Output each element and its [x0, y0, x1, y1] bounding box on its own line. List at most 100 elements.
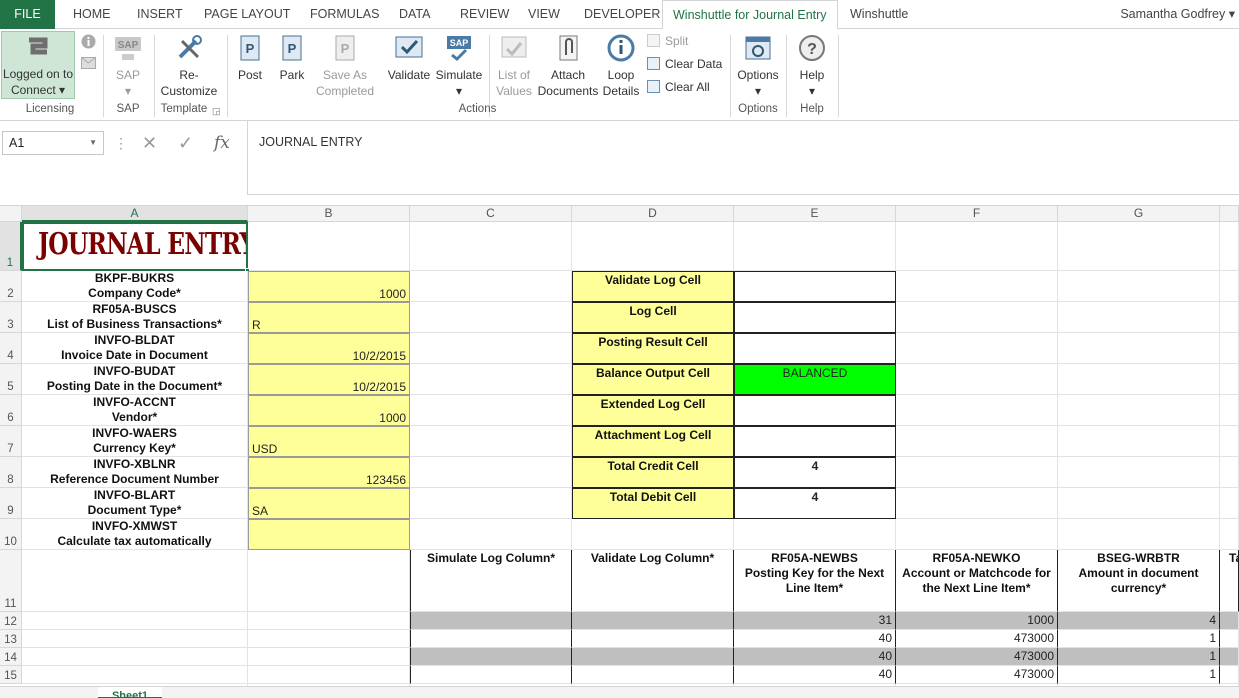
cell[interactable] [1058, 271, 1220, 302]
column-header-a[interactable]: A [22, 206, 248, 222]
clear-data-button[interactable]: Clear Data [647, 54, 722, 74]
column-header-h[interactable] [1220, 206, 1239, 222]
post-button[interactable]: P Post [231, 33, 269, 83]
options-button[interactable]: Options ▾ [735, 33, 781, 99]
row-header-12[interactable]: 12 [0, 612, 22, 630]
logged-on-connect-button[interactable]: Logged on to Connect ▾ [1, 31, 75, 99]
clear-all-button[interactable]: Clear All [647, 77, 710, 97]
row-header-11[interactable]: 11 [0, 550, 22, 612]
tab-winshuttle[interactable]: Winshuttle [840, 0, 918, 29]
re-customize-button[interactable]: Re- Customize [160, 33, 218, 99]
line-g-value[interactable]: 1 [1058, 630, 1220, 648]
row-header-9[interactable]: 9 [0, 488, 22, 519]
cell[interactable] [1058, 364, 1220, 395]
row-header-7[interactable]: 7 [0, 426, 22, 457]
cell[interactable] [410, 271, 572, 302]
field-value-invfo-xmwst[interactable] [248, 519, 410, 550]
cell[interactable] [896, 426, 1058, 457]
cell[interactable] [410, 488, 572, 519]
select-all-corner[interactable] [0, 206, 22, 222]
column-header-d[interactable]: D [572, 206, 734, 222]
cell[interactable] [1220, 333, 1239, 364]
row-header-1[interactable]: 1 [0, 222, 22, 271]
info-icon[interactable] [81, 34, 96, 52]
tab-formulas[interactable]: FORMULAS [300, 0, 389, 29]
cell[interactable] [896, 488, 1058, 519]
row-header-4[interactable]: 4 [0, 333, 22, 364]
cell[interactable] [896, 333, 1058, 364]
line-e-value[interactable]: 31 [734, 612, 896, 630]
cell[interactable] [248, 222, 410, 271]
cell[interactable] [1058, 222, 1220, 271]
name-box[interactable]: A1 ▼ [2, 131, 104, 155]
tab-view[interactable]: VIEW [518, 0, 570, 29]
insert-function-icon[interactable]: fx [214, 133, 230, 153]
line-f-value[interactable]: 473000 [896, 666, 1058, 684]
line-log-cell[interactable] [572, 630, 734, 648]
cell[interactable] [410, 222, 572, 271]
column-header-c[interactable]: C [410, 206, 572, 222]
row-header-10[interactable]: 10 [0, 519, 22, 550]
sap-button[interactable]: SAP SAP ▾ [108, 33, 148, 99]
line-g-value[interactable]: 4 [1058, 612, 1220, 630]
column-header-g[interactable]: G [1058, 206, 1220, 222]
line-e-value[interactable]: 40 [734, 648, 896, 666]
cell[interactable] [248, 648, 410, 666]
line-h-cell[interactable] [1220, 648, 1239, 666]
cell[interactable] [410, 519, 572, 550]
cell[interactable] [1220, 426, 1239, 457]
cell[interactable] [22, 648, 248, 666]
cell[interactable] [22, 630, 248, 648]
field-value-invfo-bldat[interactable]: 10/2/2015 [248, 333, 410, 364]
cell[interactable] [22, 550, 248, 612]
attach-documents-button[interactable]: Attach Documents [537, 33, 599, 99]
cell[interactable] [1220, 222, 1239, 271]
line-log-cell[interactable] [410, 630, 572, 648]
cell[interactable] [1058, 302, 1220, 333]
line-e-value[interactable]: 40 [734, 630, 896, 648]
cell[interactable] [896, 302, 1058, 333]
tab-data[interactable]: DATA [389, 0, 440, 29]
field-value-invfo-accnt[interactable]: 1000 [248, 395, 410, 426]
field-value-rf05a-buscs[interactable]: R [248, 302, 410, 333]
line-log-cell[interactable] [410, 666, 572, 684]
mail-icon[interactable] [81, 57, 96, 72]
line-e-value[interactable]: 40 [734, 666, 896, 684]
line-log-cell[interactable] [572, 648, 734, 666]
row-header-5[interactable]: 5 [0, 364, 22, 395]
line-log-cell[interactable] [572, 666, 734, 684]
cell[interactable] [1220, 457, 1239, 488]
log-value-posting-result-cell[interactable] [734, 333, 896, 364]
line-log-cell[interactable] [410, 648, 572, 666]
sheet-tab-sheet1[interactable]: Sheet1 [98, 687, 162, 698]
cell[interactable] [248, 612, 410, 630]
line-h-cell[interactable] [1220, 612, 1239, 630]
cell[interactable] [1220, 395, 1239, 426]
log-value-log-cell[interactable] [734, 302, 896, 333]
line-log-cell[interactable] [572, 612, 734, 630]
line-h-cell[interactable] [1220, 630, 1239, 648]
cell[interactable] [410, 333, 572, 364]
field-value-invfo-waers[interactable]: USD [248, 426, 410, 457]
cell[interactable] [410, 426, 572, 457]
cell[interactable] [1058, 333, 1220, 364]
line-h-cell[interactable] [1220, 666, 1239, 684]
tab-winshuttle-journal-entry[interactable]: Winshuttle for Journal Entry [662, 0, 838, 30]
cell[interactable] [1058, 488, 1220, 519]
dialog-launcher-icon[interactable]: ◲ [212, 106, 221, 117]
cell[interactable] [1220, 364, 1239, 395]
validate-button[interactable]: Validate [386, 33, 432, 83]
enter-checkmark-icon[interactable]: ✓ [178, 133, 193, 154]
cell[interactable] [896, 519, 1058, 550]
cell[interactable] [1058, 519, 1220, 550]
cell[interactable] [410, 395, 572, 426]
loop-details-button[interactable]: Loop Details [600, 33, 642, 99]
row-header-15[interactable]: 15 [0, 666, 22, 684]
cell[interactable] [410, 302, 572, 333]
line-f-value[interactable]: 473000 [896, 648, 1058, 666]
tab-home[interactable]: HOME [63, 0, 121, 29]
field-value-bkpf-bukrs[interactable]: 1000 [248, 271, 410, 302]
tab-file[interactable]: FILE [0, 0, 55, 29]
tab-insert[interactable]: INSERT [127, 0, 193, 29]
list-of-values-button[interactable]: List of Values [492, 33, 536, 99]
